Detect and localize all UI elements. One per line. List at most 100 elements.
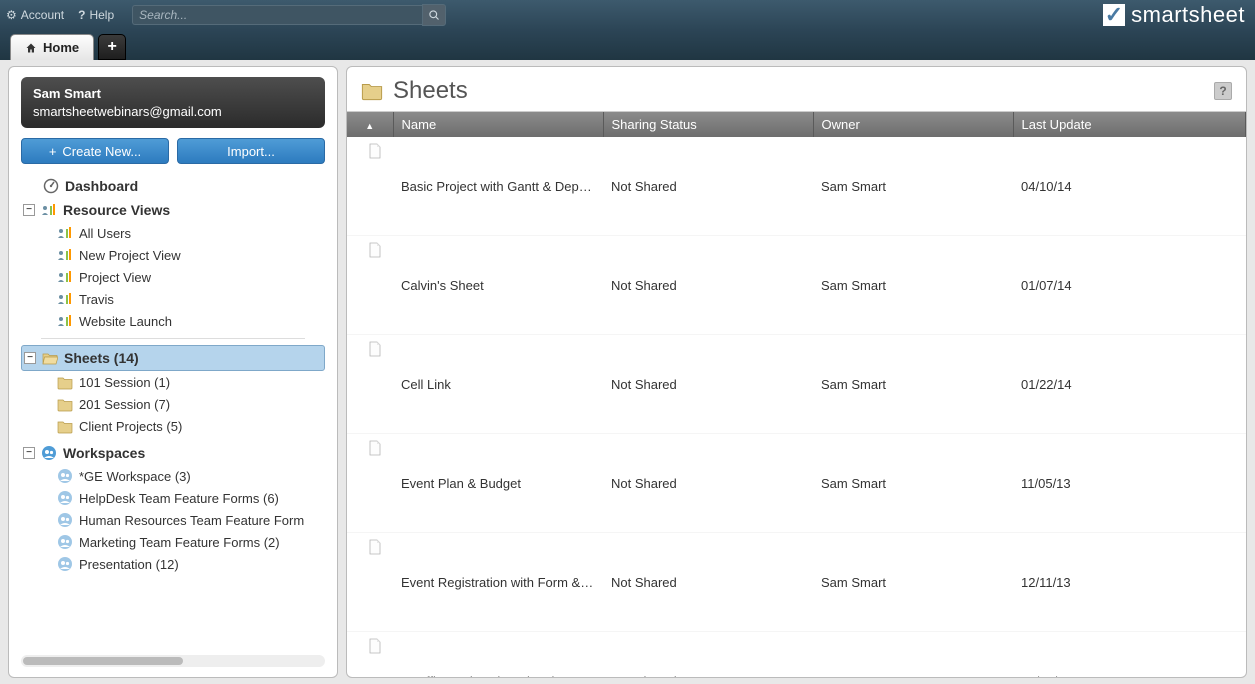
col-updated[interactable]: Last Update bbox=[1013, 112, 1246, 137]
top-bar: Account Help ✓ smartsheet bbox=[0, 0, 1255, 30]
import-button[interactable]: Import... bbox=[177, 138, 325, 164]
nav-item-label: Client Projects (5) bbox=[79, 419, 182, 434]
row-name: IT Office Relocation Planning bbox=[393, 632, 603, 678]
nav-sheets-folder[interactable]: Client Projects (5) bbox=[55, 415, 325, 437]
user-email: smartsheetwebinars@gmail.com bbox=[33, 103, 313, 121]
row-owner: Sam Smart bbox=[813, 137, 1013, 236]
home-icon bbox=[25, 42, 37, 54]
tab-bar: Home + bbox=[0, 30, 1255, 60]
row-updated: 11/05/13 bbox=[1013, 434, 1246, 533]
nav-item-label: Travis bbox=[79, 292, 114, 307]
nav-item-label: 201 Session (7) bbox=[79, 397, 170, 412]
account-link[interactable]: Account bbox=[6, 8, 64, 22]
table-scroll[interactable]: Name Sharing Status Owner Last Update Ba… bbox=[347, 111, 1246, 677]
tab-home[interactable]: Home bbox=[10, 34, 94, 60]
user-card: Sam Smart smartsheetwebinars@gmail.com bbox=[21, 77, 325, 128]
nav-workspace-item[interactable]: Marketing Team Feature Forms (2) bbox=[55, 531, 325, 553]
nav-workspace-item[interactable]: Presentation (12) bbox=[55, 553, 325, 575]
add-tab-button[interactable]: + bbox=[98, 34, 126, 60]
row-owner: Sam Smart bbox=[813, 434, 1013, 533]
col-sort[interactable] bbox=[347, 112, 393, 137]
nav-item-label: Human Resources Team Feature Form bbox=[79, 513, 304, 528]
sidebar-buttons: + Create New... Import... bbox=[21, 138, 325, 164]
row-sharing: Not Shared bbox=[603, 434, 813, 533]
content-title: Sheets bbox=[393, 77, 468, 105]
col-owner[interactable]: Owner bbox=[813, 112, 1013, 137]
search-icon bbox=[428, 9, 440, 21]
row-name: Event Registration with Form & Su bbox=[393, 533, 603, 632]
user-name: Sam Smart bbox=[33, 85, 313, 103]
sheet-icon bbox=[367, 143, 383, 159]
nav-resource-view-item[interactable]: Website Launch bbox=[55, 310, 325, 332]
collapse-icon[interactable]: − bbox=[23, 204, 35, 216]
nav-workspace-item[interactable]: *GE Workspace (3) bbox=[55, 465, 325, 487]
table-row[interactable]: Event Plan & BudgetNot SharedSam Smart11… bbox=[347, 434, 1246, 533]
row-owner: Sam Smart bbox=[813, 335, 1013, 434]
nav-workspace-item[interactable]: Human Resources Team Feature Form bbox=[55, 509, 325, 531]
row-icon-cell bbox=[347, 236, 393, 335]
row-owner: Sam Smart bbox=[813, 533, 1013, 632]
brand: ✓ smartsheet bbox=[1103, 0, 1245, 30]
create-new-button[interactable]: + Create New... bbox=[21, 138, 169, 164]
brand-logo-icon: ✓ bbox=[1103, 4, 1125, 26]
sheet-icon bbox=[367, 539, 383, 555]
table-row[interactable]: Basic Project with Gantt & DependNot Sha… bbox=[347, 137, 1246, 236]
row-sharing: Not Shared bbox=[603, 335, 813, 434]
plus-icon: + bbox=[49, 144, 57, 159]
sheet-icon bbox=[367, 638, 383, 654]
nav-item-label: *GE Workspace (3) bbox=[79, 469, 191, 484]
workspace-icon bbox=[41, 445, 57, 461]
nav-sheets-folder[interactable]: 101 Session (1) bbox=[55, 371, 325, 393]
nav-resource-view-item[interactable]: Travis bbox=[55, 288, 325, 310]
row-updated: 01/07/14 bbox=[1013, 236, 1246, 335]
sheet-icon bbox=[367, 242, 383, 258]
sheets-table: Name Sharing Status Owner Last Update Ba… bbox=[347, 112, 1246, 677]
sheet-icon bbox=[367, 341, 383, 357]
nav-sheets-label: Sheets (14) bbox=[64, 350, 139, 366]
search-button[interactable] bbox=[422, 4, 446, 26]
nav-resource-view-item[interactable]: Project View bbox=[55, 266, 325, 288]
nav-resource-view-item[interactable]: All Users bbox=[55, 222, 325, 244]
row-updated: 01/22/14 bbox=[1013, 335, 1246, 434]
help-badge[interactable]: ? bbox=[1214, 82, 1232, 100]
row-name: Cell Link bbox=[393, 335, 603, 434]
nav-sheets-folder[interactable]: 201 Session (7) bbox=[55, 393, 325, 415]
row-sharing: Not Shared bbox=[603, 533, 813, 632]
nav-item-label: HelpDesk Team Feature Forms (6) bbox=[79, 491, 279, 506]
people-bar-icon bbox=[41, 202, 57, 218]
search-input[interactable] bbox=[132, 5, 422, 25]
sidebar: Sam Smart smartsheetwebinars@gmail.com +… bbox=[8, 66, 338, 678]
gear-icon bbox=[6, 8, 17, 22]
row-updated: 04/10/14 bbox=[1013, 137, 1246, 236]
content-header: Sheets ? bbox=[347, 67, 1246, 111]
help-link[interactable]: Help bbox=[78, 8, 114, 22]
nav-item-label: Project View bbox=[79, 270, 151, 285]
content-pane: Sheets ? Name Sharing Status Owner Last … bbox=[346, 66, 1247, 678]
row-icon-cell bbox=[347, 533, 393, 632]
table-row[interactable]: IT Office Relocation PlanningNot SharedS… bbox=[347, 632, 1246, 678]
search-wrap bbox=[132, 4, 446, 26]
sidebar-scrollbar[interactable] bbox=[21, 655, 325, 667]
col-name[interactable]: Name bbox=[393, 112, 603, 137]
row-name: Event Plan & Budget bbox=[393, 434, 603, 533]
divider bbox=[41, 338, 305, 339]
nav-item-label: Presentation (12) bbox=[79, 557, 179, 572]
table-row[interactable]: Cell LinkNot SharedSam Smart01/22/14 bbox=[347, 335, 1246, 434]
col-sharing[interactable]: Sharing Status bbox=[603, 112, 813, 137]
row-icon-cell bbox=[347, 434, 393, 533]
main-area: Sam Smart smartsheetwebinars@gmail.com +… bbox=[0, 60, 1255, 684]
nav-resource-view-item[interactable]: New Project View bbox=[55, 244, 325, 266]
sheet-icon bbox=[367, 440, 383, 456]
row-name: Basic Project with Gantt & Depend bbox=[393, 137, 603, 236]
help-icon bbox=[78, 8, 85, 22]
row-sharing: Not Shared bbox=[603, 137, 813, 236]
table-row[interactable]: Calvin's SheetNot SharedSam Smart01/07/1… bbox=[347, 236, 1246, 335]
nav-workspace-item[interactable]: HelpDesk Team Feature Forms (6) bbox=[55, 487, 325, 509]
row-name: Calvin's Sheet bbox=[393, 236, 603, 335]
table-row[interactable]: Event Registration with Form & SuNot Sha… bbox=[347, 533, 1246, 632]
collapse-icon[interactable]: − bbox=[24, 352, 36, 364]
collapse-icon[interactable]: − bbox=[23, 447, 35, 459]
nav-item-label: New Project View bbox=[79, 248, 181, 263]
brand-text: smartsheet bbox=[1131, 2, 1245, 28]
create-new-label: Create New... bbox=[62, 144, 141, 159]
